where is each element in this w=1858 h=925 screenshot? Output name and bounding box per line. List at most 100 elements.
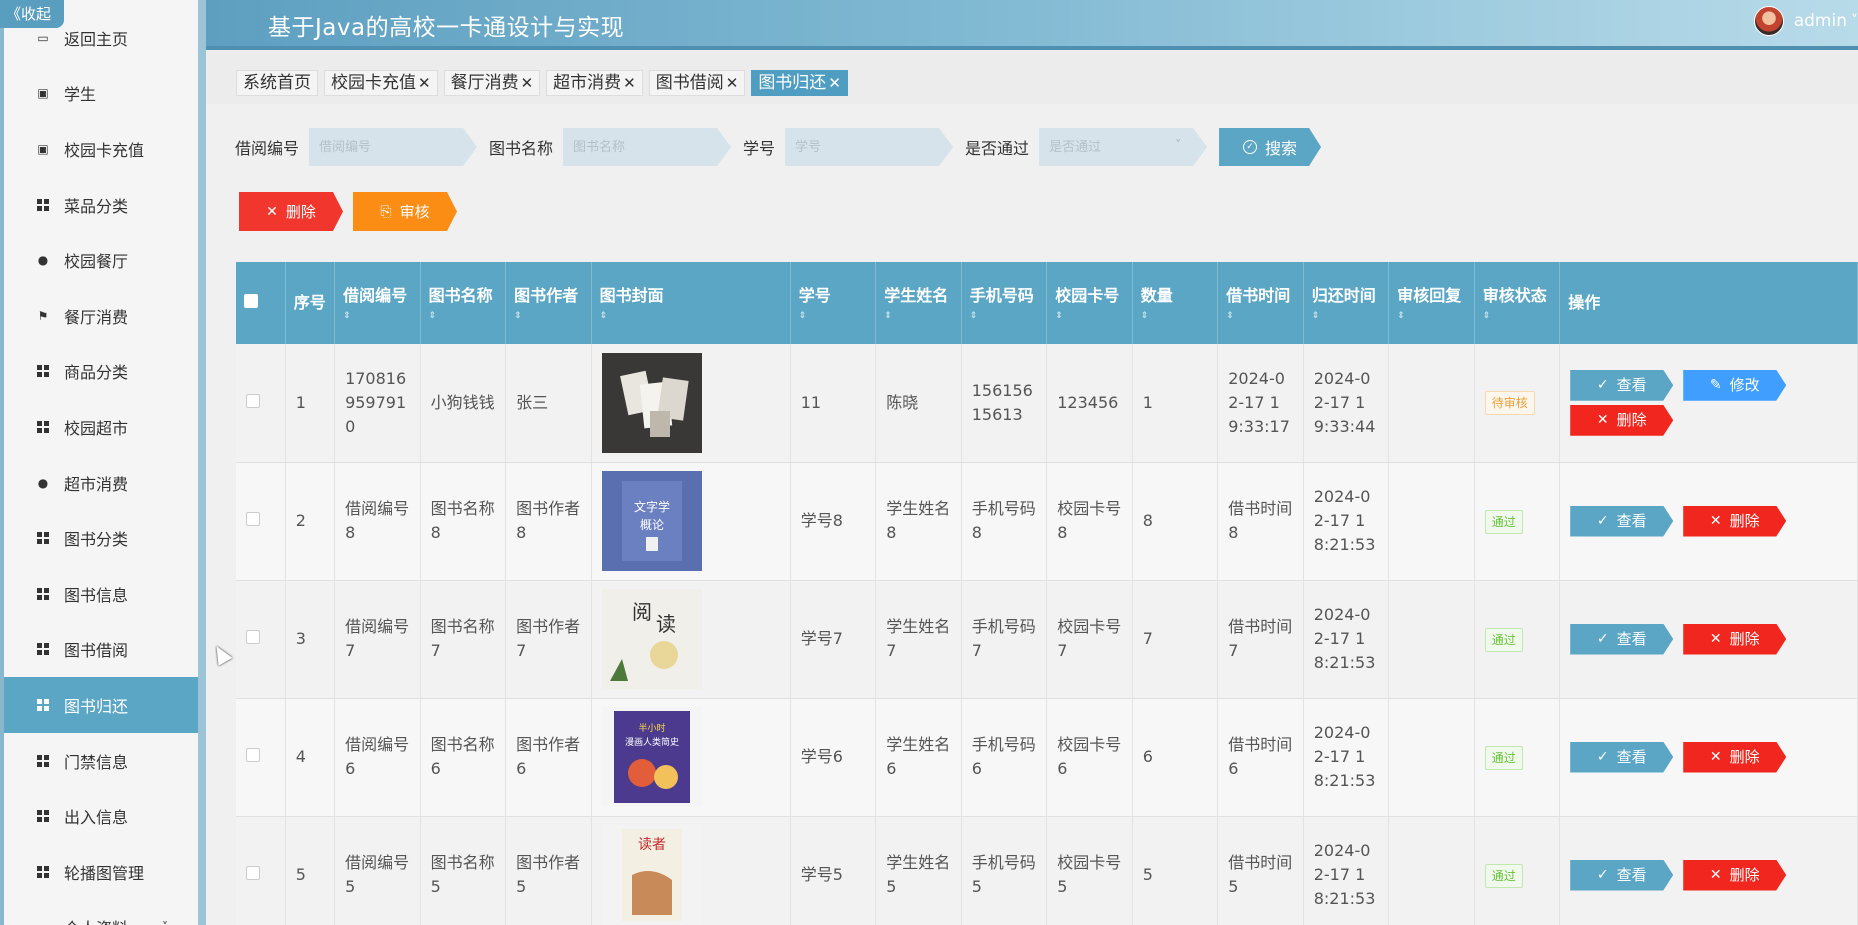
book-name-field[interactable] bbox=[563, 128, 731, 166]
delete-button[interactable]: ✕ 删除 bbox=[1570, 405, 1673, 436]
delete-button[interactable]: ✕ 删除 bbox=[1683, 860, 1786, 891]
column-header[interactable]: 审核状态 ⇕ bbox=[1474, 262, 1561, 344]
sort-icon[interactable]: ⇕ bbox=[1141, 311, 1210, 321]
batch-delete-button[interactable]: ✕ 删除 bbox=[239, 192, 343, 231]
sidebar-item-2[interactable]: ▣ 校园卡充值 bbox=[4, 121, 198, 177]
sort-icon[interactable]: ⇕ bbox=[1055, 311, 1124, 321]
sort-icon[interactable]: ⇕ bbox=[429, 311, 498, 321]
sort-icon[interactable]: ⇕ bbox=[343, 311, 412, 321]
student-no-input[interactable] bbox=[785, 128, 953, 166]
passed-select[interactable]: ˅ bbox=[1039, 128, 1207, 166]
book-cover-image[interactable] bbox=[601, 352, 702, 453]
row-checkbox[interactable] bbox=[246, 748, 260, 762]
passed-select-input[interactable] bbox=[1039, 128, 1207, 166]
sidebar-item-14[interactable]: 出入信息 bbox=[4, 788, 198, 844]
delete-button[interactable]: ✕ 删除 bbox=[1683, 506, 1786, 537]
row-checkbox[interactable] bbox=[246, 512, 260, 526]
sidebar-item-8[interactable]: ● 超市消费 bbox=[4, 455, 198, 511]
column-header[interactable]: 图书作者 ⇕ bbox=[505, 262, 592, 344]
book-cover-image[interactable]: 半小时漫画人类简史 bbox=[601, 707, 702, 807]
sort-icon[interactable]: ⇕ bbox=[1397, 311, 1466, 321]
column-header[interactable]: 图书封面 ⇕ bbox=[591, 262, 791, 344]
close-icon[interactable]: ✕ bbox=[828, 71, 841, 95]
tab-1[interactable]: 校园卡充值 ✕ bbox=[324, 70, 438, 96]
book-cover-image[interactable]: 文字学概论 bbox=[601, 471, 702, 571]
sort-icon[interactable]: ⇕ bbox=[1483, 311, 1552, 321]
close-icon: ✕ bbox=[1709, 749, 1722, 765]
avatar[interactable] bbox=[1753, 6, 1784, 36]
column-header[interactable]: 操作 bbox=[1559, 262, 1858, 344]
sidebar-item-7[interactable]: 校园超市 bbox=[4, 399, 198, 455]
search-button[interactable]: ✓ 搜索 bbox=[1219, 128, 1321, 166]
close-icon[interactable]: ✕ bbox=[623, 71, 636, 95]
borrow-no-input[interactable] bbox=[309, 128, 477, 166]
sidebar-item-4[interactable]: ● 校园餐厅 bbox=[4, 232, 198, 288]
view-button[interactable]: ✓ 查看 bbox=[1570, 860, 1673, 891]
tab-5[interactable]: 图书归还 ✕ bbox=[751, 70, 848, 96]
column-header[interactable]: 校园卡号 ⇕ bbox=[1046, 262, 1133, 344]
sort-icon[interactable]: ⇕ bbox=[799, 311, 868, 321]
sidebar-item-10[interactable]: 图书信息 bbox=[4, 566, 198, 622]
review-button[interactable]: ⎘ 审核 bbox=[353, 192, 457, 231]
column-header[interactable]: 图书名称 ⇕ bbox=[420, 262, 507, 344]
column-header[interactable]: 借阅编号 ⇕ bbox=[334, 262, 421, 344]
sidebar-item-11[interactable]: 图书借阅 bbox=[4, 622, 198, 678]
tab-0[interactable]: 系统首页 bbox=[236, 70, 318, 96]
user-menu[interactable]: admin ˅ bbox=[1753, 6, 1858, 36]
borrow-no-field[interactable] bbox=[309, 128, 477, 166]
delete-button[interactable]: ✕ 删除 bbox=[1683, 624, 1786, 655]
tab-4[interactable]: 图书借阅 ✕ bbox=[648, 70, 746, 96]
tab-3[interactable]: 超市消费 ✕ bbox=[546, 70, 643, 96]
column-header[interactable]: 数量 ⇕ bbox=[1132, 262, 1219, 344]
sidebar-item-6[interactable]: 商品分类 bbox=[4, 344, 198, 400]
username[interactable]: admin bbox=[1794, 11, 1847, 31]
view-button[interactable]: ✓ 查看 bbox=[1570, 624, 1673, 655]
close-icon[interactable]: ✕ bbox=[726, 71, 739, 95]
row-checkbox[interactable] bbox=[246, 393, 260, 408]
view-button[interactable]: ✓ 查看 bbox=[1570, 742, 1673, 773]
delete-button[interactable]: ✕ 删除 bbox=[1683, 742, 1786, 773]
sort-icon[interactable]: ⇕ bbox=[1312, 311, 1381, 321]
row-checkbox[interactable] bbox=[246, 630, 260, 644]
column-header[interactable]: 手机号码 ⇕ bbox=[961, 262, 1048, 344]
table-row[interactable]: 5 借阅编号5 图书名称5 图书作者5 读者 学号5 学生姓名5 手机号码5 校园卡号5 5 借书时… bbox=[236, 816, 1858, 925]
column-header[interactable]: 序号⇕ bbox=[285, 262, 336, 344]
view-button[interactable]: ✓ 查看 bbox=[1570, 370, 1673, 401]
book-name-input[interactable] bbox=[563, 128, 731, 166]
sidebar-item-12[interactable]: 图书归还 bbox=[4, 677, 198, 733]
column-header[interactable]: 归还时间 ⇕ bbox=[1303, 262, 1390, 344]
book-cover-image[interactable]: 读者 bbox=[601, 825, 702, 925]
edit-button[interactable]: ✎ 修改 bbox=[1683, 370, 1786, 401]
tab-2[interactable]: 餐厅消费 ✕ bbox=[443, 70, 541, 96]
sidebar-item-9[interactable]: 图书分类 bbox=[4, 510, 198, 566]
view-button[interactable]: ✓ 查看 bbox=[1570, 506, 1673, 537]
column-header[interactable]: 学生姓名 ⇕ bbox=[875, 262, 962, 344]
sidebar-item-1[interactable]: ▣ 学生 bbox=[4, 66, 198, 122]
chevron-down-icon[interactable]: ˅ bbox=[1851, 13, 1858, 29]
sidebar-scrollbar[interactable] bbox=[198, 0, 206, 925]
sidebar-item-16[interactable]: ▭ 个人资料 ˅ bbox=[4, 900, 198, 925]
sidebar-item-5[interactable]: ⚑ 餐厅消费 bbox=[4, 288, 198, 344]
select-all-checkbox[interactable] bbox=[244, 294, 258, 308]
column-header[interactable]: 学号 ⇕ bbox=[790, 262, 877, 344]
sidebar-item-15[interactable]: 轮播图管理 bbox=[4, 844, 198, 900]
sidebar-item-3[interactable]: 菜品分类 bbox=[4, 177, 198, 233]
table-row[interactable]: 2 借阅编号8 图书名称8 图书作者8 文字学 概论 学号8 学生姓名8 手机号码8 校园卡号8 8… bbox=[236, 462, 1858, 581]
table-row[interactable]: 3 借阅编号7 图书名称7 图书作者7 阅读学号7 学生姓名7 手机号码7 校园卡号7 7 借书时… bbox=[236, 580, 1858, 699]
sort-icon[interactable]: ⇕ bbox=[1226, 311, 1295, 321]
sort-icon[interactable]: ⇕ bbox=[884, 311, 953, 321]
book-cover-image[interactable]: 阅读 bbox=[601, 589, 702, 689]
table-row[interactable]: 4 借阅编号6 图书名称6 图书作者6 半小时 漫画人类简史 学号6 学生姓名6 手机号码6 校园… bbox=[236, 698, 1858, 817]
sort-icon[interactable]: ⇕ bbox=[514, 311, 583, 321]
table-row[interactable]: 1 1708169597910 小狗钱钱 张三 11 陈晓 15615615613 12345… bbox=[236, 344, 1858, 463]
sort-icon[interactable]: ⇕ bbox=[600, 311, 782, 321]
column-header[interactable]: 借书时间 ⇕ bbox=[1217, 262, 1304, 344]
sidebar-item-13[interactable]: 门禁信息 bbox=[4, 733, 198, 789]
column-header[interactable]: 审核回复 ⇕ bbox=[1388, 262, 1475, 344]
student-no-field[interactable] bbox=[785, 128, 953, 166]
sort-icon[interactable]: ⇕ bbox=[970, 311, 1039, 321]
row-checkbox[interactable] bbox=[246, 866, 260, 880]
close-icon[interactable]: ✕ bbox=[521, 71, 534, 95]
collapse-button[interactable]: 《收起 bbox=[0, 0, 64, 28]
close-icon[interactable]: ✕ bbox=[418, 71, 431, 95]
